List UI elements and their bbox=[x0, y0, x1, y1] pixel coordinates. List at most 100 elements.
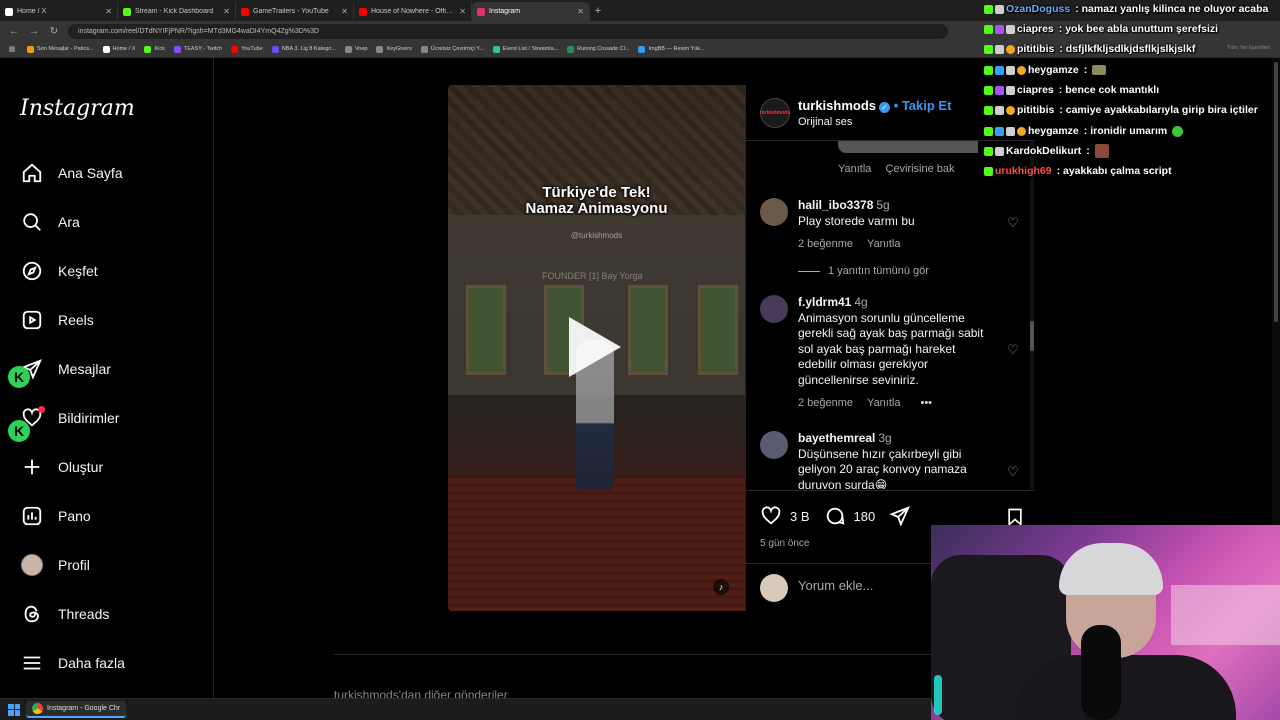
webcam-overlay bbox=[931, 525, 1280, 720]
youtube-favicon-icon bbox=[241, 7, 249, 16]
tier-badge-icon bbox=[1017, 126, 1026, 136]
video-watermark: @turkishmods bbox=[570, 231, 623, 240]
sub-badge-icon bbox=[1006, 85, 1015, 95]
back-icon[interactable]: ← bbox=[8, 26, 20, 37]
reply-button[interactable]: Yanıtla bbox=[838, 163, 871, 175]
comment-avatar[interactable] bbox=[760, 431, 788, 459]
bookmark-item[interactable]: Ruining Crusade Cl... bbox=[567, 45, 629, 53]
url-field[interactable]: instagram.com/reel/DTdNYIFjPNR/?igsh=MTd… bbox=[68, 23, 948, 39]
divider-line bbox=[798, 270, 820, 272]
scrollbar-thumb[interactable] bbox=[1030, 321, 1034, 351]
apps-icon[interactable]: ▦ bbox=[6, 45, 18, 53]
chat-username: ciapres bbox=[1017, 23, 1054, 35]
close-icon[interactable]: ✕ bbox=[341, 7, 348, 16]
bookmark-icon bbox=[102, 45, 110, 53]
like-comment-icon[interactable]: ♡ bbox=[1006, 216, 1020, 230]
bookmark-item[interactable]: Home / X bbox=[102, 45, 136, 53]
nav-create[interactable]: Oluştur bbox=[12, 447, 202, 487]
browser-tab[interactable]: Home / X ✕ bbox=[0, 2, 118, 21]
windows-start-icon[interactable] bbox=[8, 703, 20, 716]
nav-explore[interactable]: Keşfet bbox=[12, 251, 202, 291]
bookmark-item[interactable]: Son Mesajlar - Patics... bbox=[27, 45, 94, 53]
author-username[interactable]: turkishmods bbox=[798, 98, 876, 113]
like-count[interactable]: 3 B bbox=[790, 509, 810, 524]
translate-button[interactable]: Çevirisine bak bbox=[885, 163, 954, 175]
play-icon[interactable] bbox=[569, 317, 621, 377]
comment-body: bayethemreal 3g Düşünsene hızır çakırbeyl… bbox=[798, 431, 988, 489]
browser-tab-active[interactable]: Instagram ✕ bbox=[472, 2, 590, 21]
video-title-line: Namaz Animasyonu bbox=[525, 200, 668, 217]
nav-dashboard[interactable]: Pano bbox=[12, 496, 202, 536]
nav-home[interactable]: Ana Sayfa bbox=[12, 153, 202, 193]
volume-icon[interactable]: ♪ bbox=[713, 579, 729, 595]
nav-threads[interactable]: Threads bbox=[12, 594, 202, 634]
follow-separator: • bbox=[893, 98, 899, 113]
folder-icon bbox=[420, 45, 428, 53]
comment-item: bayethemreal 3g Düşünsene hızır çakırbeyl… bbox=[760, 431, 1020, 489]
comment-likes[interactable]: 2 beğenme bbox=[798, 396, 853, 412]
reel-video[interactable]: Türkiye'de Tek! Namaz Animasyonu @turkis… bbox=[448, 85, 745, 611]
share-icon[interactable] bbox=[889, 505, 911, 527]
bookmark-label: Voep bbox=[354, 46, 368, 52]
instagram-logo[interactable]: Instagram bbox=[20, 96, 135, 121]
browser-tab[interactable]: Stream - Kick Dashboard ✕ bbox=[118, 2, 236, 21]
reply-button[interactable]: Yanıtla bbox=[867, 396, 900, 412]
author-avatar[interactable]: turkishmods bbox=[760, 98, 790, 128]
comment-input[interactable]: Yorum ekle... bbox=[798, 578, 873, 593]
bookmark-item[interactable]: TEASY - Twitch bbox=[173, 45, 222, 53]
reload-icon[interactable]: ↻ bbox=[48, 26, 60, 37]
bookmark-item[interactable]: NBA 3. Lig 8 Katego... bbox=[271, 45, 336, 53]
bookmark-item[interactable]: Ücretsiz Çevrimiçi Y... bbox=[420, 45, 484, 53]
like-comment-icon[interactable]: ♡ bbox=[1006, 343, 1020, 357]
reply-button[interactable]: Yanıtla bbox=[867, 237, 900, 253]
close-icon[interactable]: ✕ bbox=[223, 7, 230, 16]
like-comment-icon[interactable]: ♡ bbox=[1006, 465, 1020, 479]
comment-avatar[interactable] bbox=[760, 198, 788, 226]
close-icon[interactable]: ✕ bbox=[105, 7, 112, 16]
bookmark-item[interactable]: Event List / Streamla... bbox=[492, 45, 558, 53]
sub-badge-icon bbox=[995, 105, 1004, 115]
nav-notifications[interactable]: Bildirimler bbox=[12, 398, 202, 438]
close-icon[interactable]: ✕ bbox=[577, 7, 584, 16]
bookmark-item[interactable]: Kick bbox=[144, 45, 165, 53]
nav-label: Threads bbox=[58, 606, 110, 622]
webcam-light bbox=[934, 675, 942, 715]
comment-username[interactable]: f.yldrm41 bbox=[798, 295, 851, 309]
kick-overlay-icon: K bbox=[8, 420, 30, 442]
comment-avatar[interactable] bbox=[760, 295, 788, 323]
like-icon[interactable] bbox=[760, 505, 782, 527]
kick-badge-icon bbox=[984, 85, 993, 95]
tab-label: GameTrailers - YouTube bbox=[253, 8, 329, 15]
close-icon[interactable]: ✕ bbox=[459, 7, 466, 16]
taskbar-app[interactable]: Instagram - Google Chr bbox=[26, 701, 127, 718]
browser-tab[interactable]: House of Nowhere - Official R ✕ bbox=[354, 2, 472, 21]
bookmark-item[interactable]: Voep bbox=[344, 45, 368, 53]
bookmark-item[interactable]: KeyGivers bbox=[376, 45, 412, 53]
bookmark-label: Home / X bbox=[112, 46, 136, 52]
nav-label: Ara bbox=[58, 214, 80, 230]
comments-scrollbar[interactable] bbox=[1030, 141, 1034, 489]
comment-username[interactable]: halil_ibo3378 bbox=[798, 198, 873, 212]
view-replies-label: 1 yanıtın tümünü gör bbox=[828, 265, 929, 277]
browser-tab[interactable]: GameTrailers - YouTube ✕ bbox=[236, 2, 354, 21]
nav-search[interactable]: Ara bbox=[12, 202, 202, 242]
comment-likes[interactable]: 2 beğenme bbox=[798, 237, 853, 253]
instagram-sidebar: Instagram Ana Sayfa Ara Keşfet Reels Mes… bbox=[0, 58, 214, 698]
view-replies[interactable]: 1 yanıtın tümünü gör bbox=[798, 265, 929, 277]
nav-reels[interactable]: Reels bbox=[12, 300, 202, 340]
comment-icon[interactable] bbox=[824, 505, 846, 527]
bookmark-item[interactable]: ImgBB — Resim Yük... bbox=[638, 45, 705, 53]
nav-messages[interactable]: Mesajlar bbox=[12, 349, 202, 389]
forward-icon[interactable]: → bbox=[28, 26, 40, 37]
nav-profile[interactable]: Profil bbox=[12, 545, 202, 585]
follow-button[interactable]: Takip Et bbox=[902, 98, 952, 113]
audio-label[interactable]: Orijinal ses bbox=[798, 116, 852, 128]
sub-badge-icon bbox=[1006, 65, 1015, 75]
nav-label: Reels bbox=[58, 312, 94, 328]
video-title-line: Türkiye'de Tek! bbox=[542, 184, 651, 201]
nav-more[interactable]: Daha fazla bbox=[12, 643, 202, 683]
more-options-icon[interactable]: ••• bbox=[920, 396, 932, 412]
bookmark-item[interactable]: YouTube bbox=[231, 45, 263, 53]
new-tab-button[interactable]: + bbox=[590, 5, 606, 17]
comment-username[interactable]: bayethemreal bbox=[798, 431, 875, 445]
